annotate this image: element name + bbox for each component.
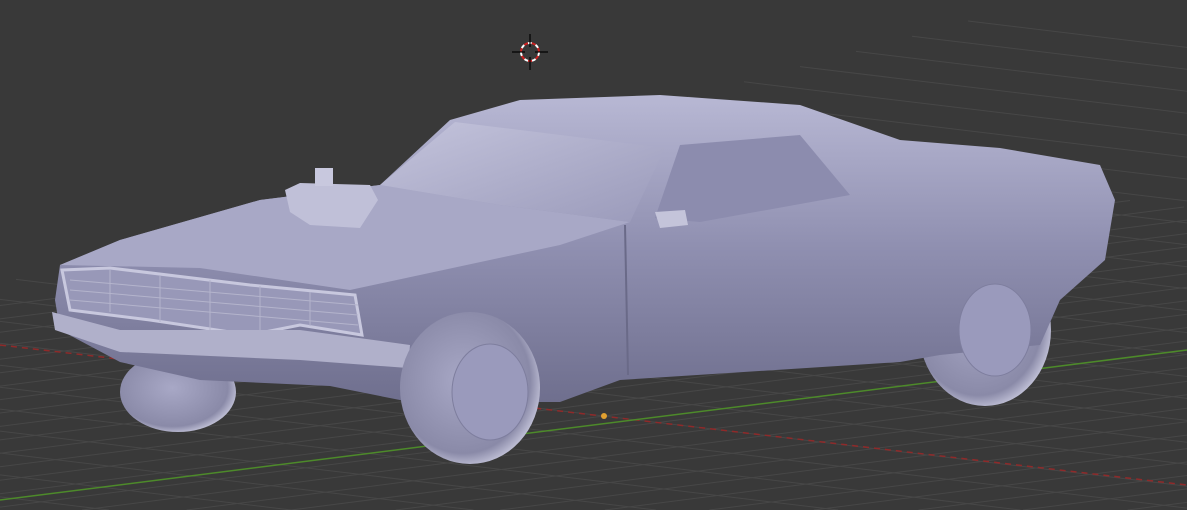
3d-viewport[interactable] xyxy=(0,0,1187,510)
grid-line xyxy=(799,66,1187,114)
grid-line xyxy=(855,50,1187,92)
grid-line xyxy=(1127,501,1187,510)
grid-line xyxy=(500,421,1187,510)
grid-line xyxy=(0,496,110,510)
car-model[interactable] xyxy=(52,95,1115,464)
grid-line xyxy=(911,35,1187,70)
scoop-stack xyxy=(315,168,333,186)
grid-line xyxy=(604,434,1187,510)
grid-line xyxy=(967,20,1187,48)
grid-line xyxy=(0,452,474,510)
side-mirror xyxy=(655,210,688,228)
rear-right-hub xyxy=(958,283,1032,377)
viewport-canvas[interactable] xyxy=(0,0,1187,510)
grid-line xyxy=(0,474,292,510)
grid-line xyxy=(0,430,656,510)
front-right-hub xyxy=(451,343,529,441)
object-origin-icon xyxy=(601,413,607,419)
3d-cursor-icon[interactable] xyxy=(512,34,548,70)
grid-line xyxy=(1022,488,1187,510)
